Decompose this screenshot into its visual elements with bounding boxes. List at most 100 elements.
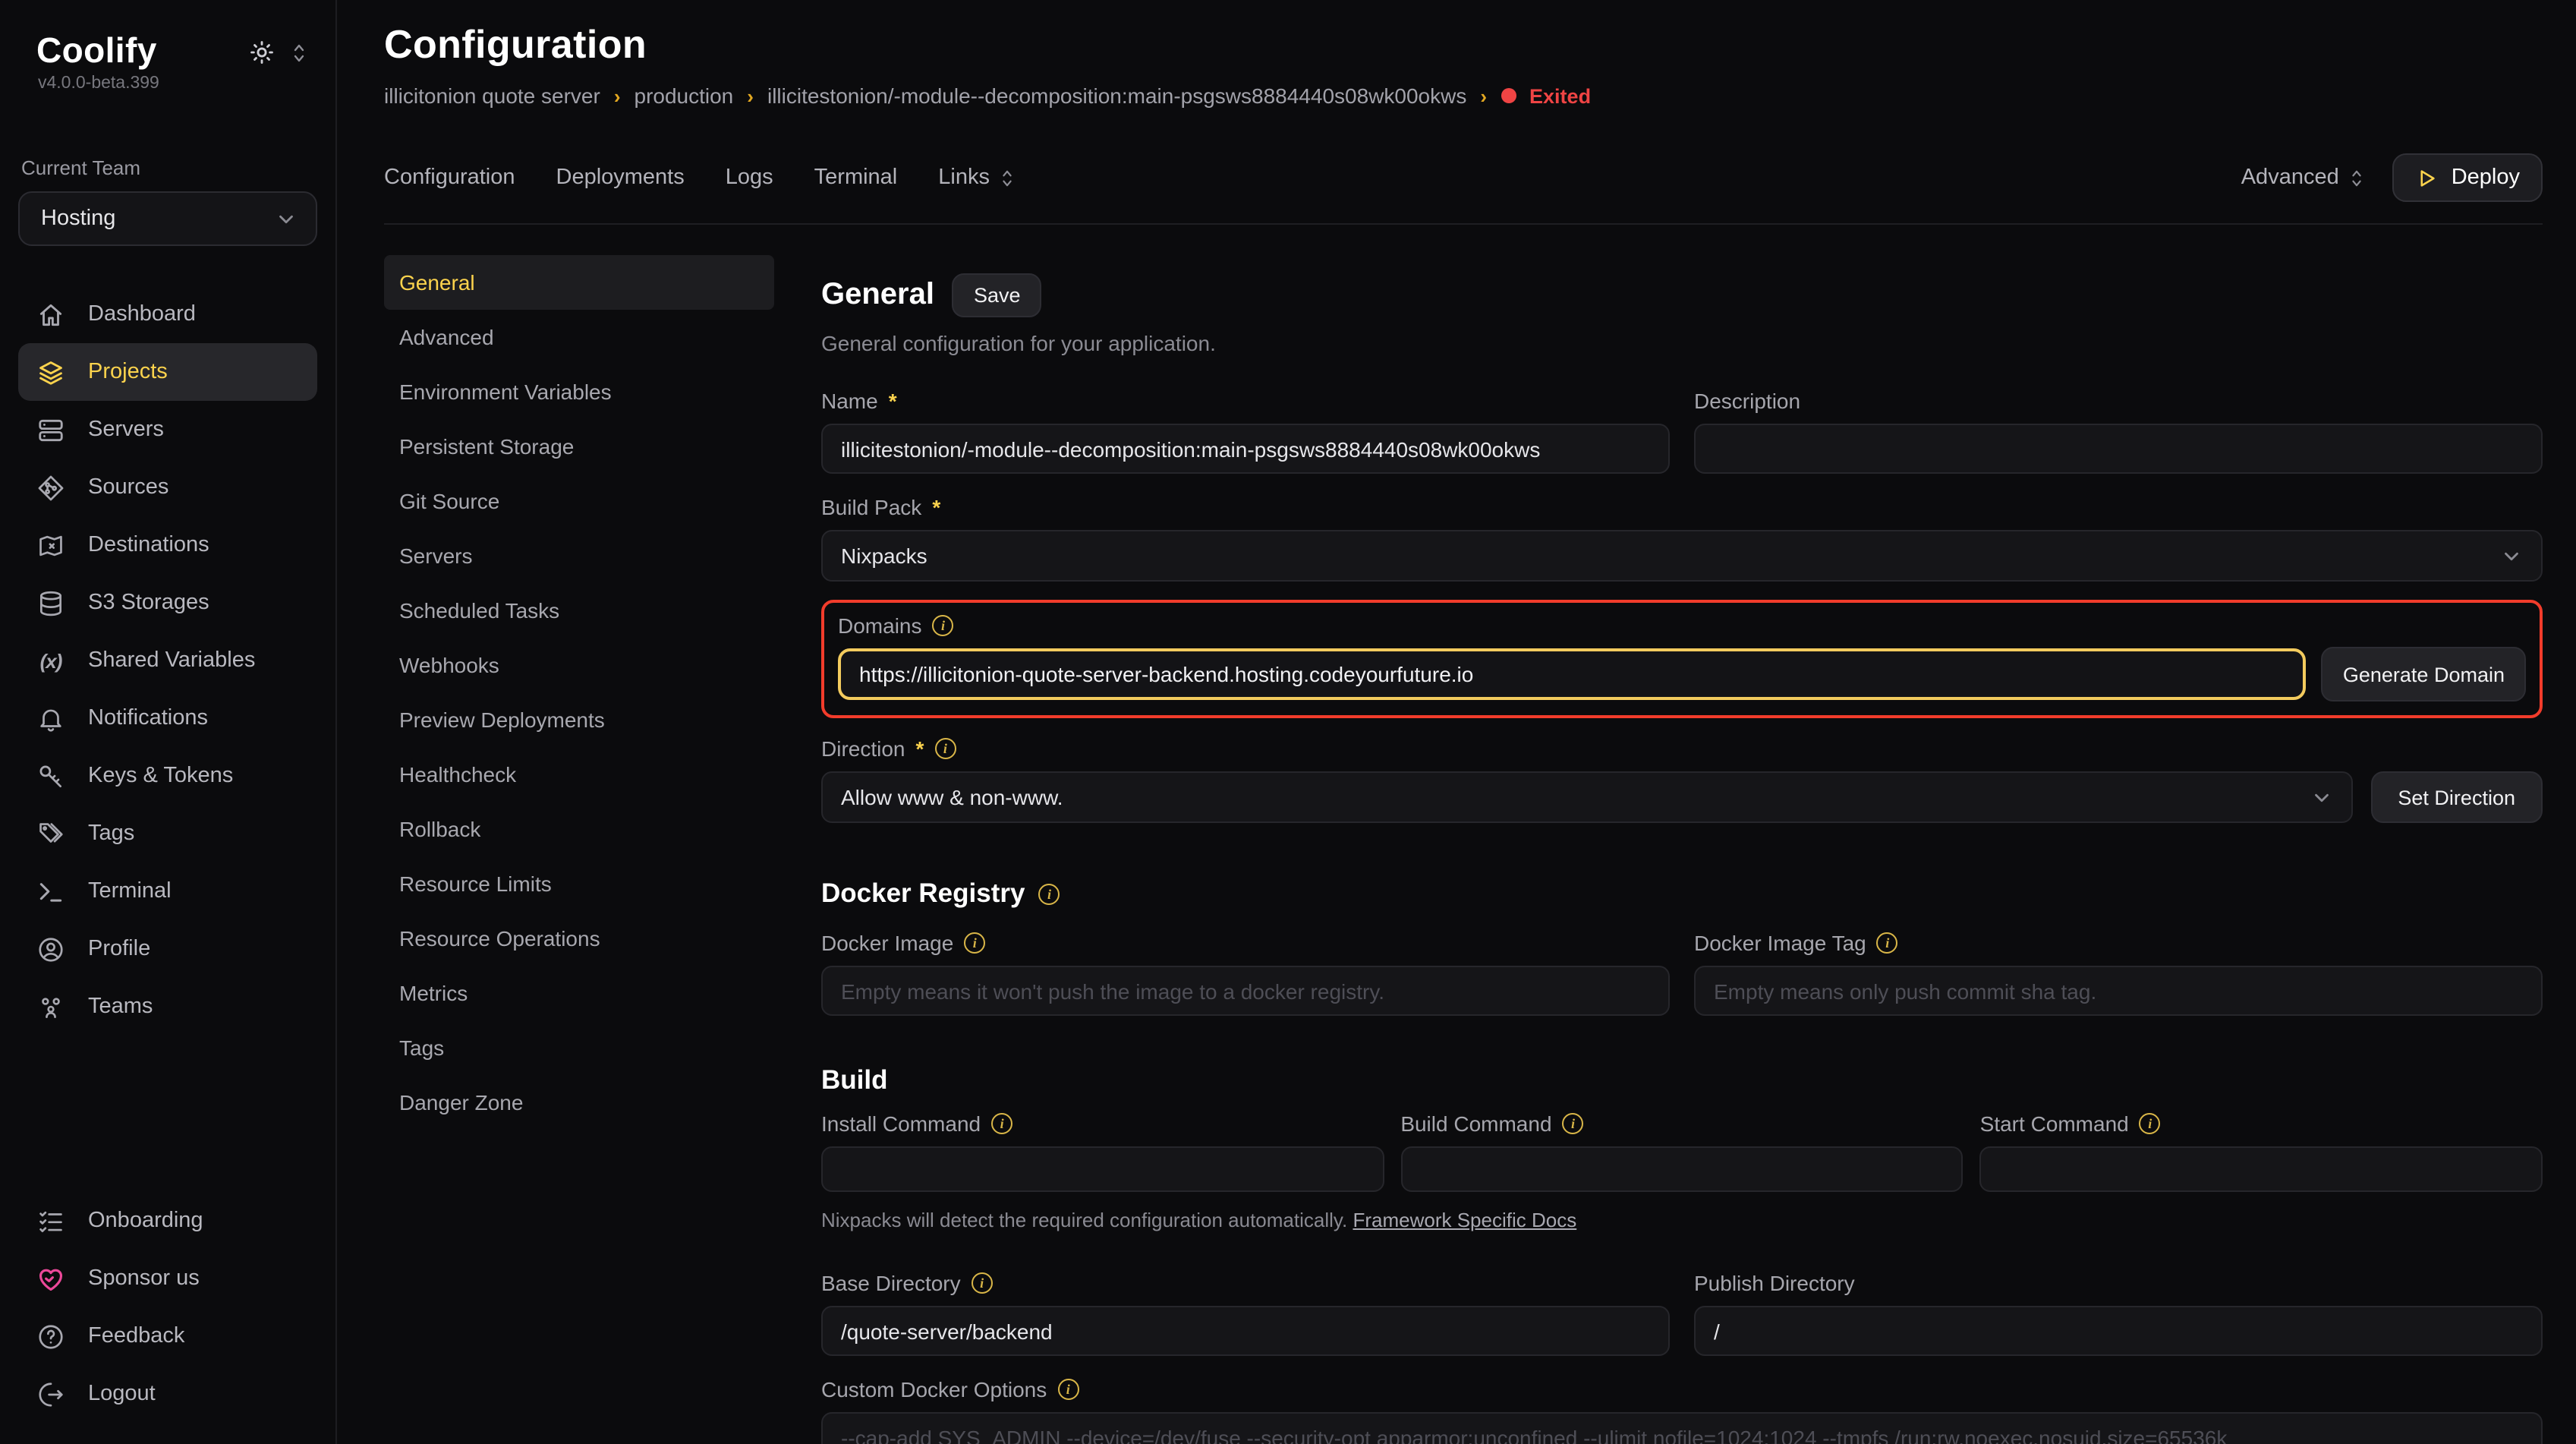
subnav-danger-zone[interactable]: Danger Zone	[384, 1075, 774, 1130]
sidebar-item-label: Logout	[88, 1382, 156, 1406]
subnav-servers[interactable]: Servers	[384, 528, 774, 583]
git-source-icon	[36, 473, 65, 502]
layers-icon	[36, 358, 65, 386]
start-command-input[interactable]	[1980, 1146, 2543, 1192]
subnav-general[interactable]: General	[384, 255, 774, 310]
domains-label: Domainsi	[838, 613, 2526, 638]
name-input[interactable]	[821, 424, 1670, 474]
sidebar-item-sources[interactable]: Sources	[18, 459, 317, 516]
theme-updown-icon[interactable]	[290, 42, 308, 63]
tags-icon	[36, 819, 65, 848]
theme-sun-icon[interactable]	[249, 39, 275, 65]
chevron-down-icon	[2310, 786, 2332, 809]
subnav-resource-limits[interactable]: Resource Limits	[384, 856, 774, 911]
info-icon: i	[1038, 883, 1060, 904]
info-icon: i	[933, 615, 954, 636]
breadcrumb: illicitonion quote server › production ›…	[384, 84, 2543, 108]
tab-configuration[interactable]: Configuration	[384, 166, 515, 190]
sidebar-item-tags[interactable]: Tags	[18, 805, 317, 862]
subnav-tags[interactable]: Tags	[384, 1020, 774, 1075]
build-pack-select[interactable]: Nixpacks	[821, 530, 2543, 582]
direction-select[interactable]: Allow www & non-www.	[821, 771, 2352, 823]
subnav-resource-operations[interactable]: Resource Operations	[384, 911, 774, 966]
sidebar-item-projects[interactable]: Projects	[18, 343, 317, 401]
sidebar-item-label: Tags	[88, 821, 134, 846]
subnav-environment-variables[interactable]: Environment Variables	[384, 364, 774, 419]
tab-terminal[interactable]: Terminal	[814, 166, 898, 190]
build-pack-value: Nixpacks	[841, 544, 927, 568]
terminal-icon	[36, 877, 65, 906]
general-form: General Save General configuration for y…	[774, 255, 2543, 1444]
sidebar-nav: Dashboard Projects Servers Sources Desti…	[18, 285, 317, 1036]
sidebar-item-label: Onboarding	[88, 1209, 203, 1233]
publish-directory-input[interactable]	[1694, 1306, 2543, 1356]
base-directory-label: Base Directoryi	[821, 1271, 1670, 1295]
sidebar-item-keys-tokens[interactable]: Keys & Tokens	[18, 747, 317, 805]
sidebar-item-label: Dashboard	[88, 302, 196, 326]
sidebar-item-destinations[interactable]: Destinations	[18, 516, 317, 574]
users-icon	[36, 992, 65, 1021]
tab-deployments[interactable]: Deployments	[556, 166, 685, 190]
build-command-input[interactable]	[1400, 1146, 1963, 1192]
docker-image-input[interactable]	[821, 966, 1670, 1016]
sidebar-item-logout[interactable]: Logout	[18, 1365, 317, 1423]
team-select-value: Hosting	[41, 207, 115, 231]
subnav-git-source[interactable]: Git Source	[384, 474, 774, 528]
logout-icon	[36, 1379, 65, 1408]
chevron-right-icon: ›	[747, 84, 754, 107]
tab-logs[interactable]: Logs	[726, 166, 773, 190]
docker-image-tag-input[interactable]	[1694, 966, 2543, 1016]
sidebar-item-label: Profile	[88, 937, 150, 961]
save-button[interactable]: Save	[953, 273, 1042, 317]
base-directory-input[interactable]	[821, 1306, 1670, 1356]
generate-domain-button[interactable]: Generate Domain	[2322, 647, 2526, 702]
sidebar-item-label: Servers	[88, 418, 164, 442]
tab-links[interactable]: Links	[938, 166, 1016, 190]
section-title-build: Build	[821, 1064, 888, 1096]
subnav-scheduled-tasks[interactable]: Scheduled Tasks	[384, 583, 774, 638]
subnav-metrics[interactable]: Metrics	[384, 966, 774, 1020]
domains-input[interactable]	[838, 648, 2307, 700]
direction-label: Direction*i	[821, 736, 2543, 761]
description-input[interactable]	[1694, 424, 2543, 474]
install-command-input[interactable]	[821, 1146, 1384, 1192]
sidebar-item-onboarding[interactable]: Onboarding	[18, 1192, 317, 1250]
sidebar-item-servers[interactable]: Servers	[18, 401, 317, 459]
sidebar-footer-nav: Onboarding Sponsor us Feedback Logout	[18, 1192, 317, 1423]
subnav-preview-deployments[interactable]: Preview Deployments	[384, 692, 774, 747]
breadcrumb-application[interactable]: illicitestonion/-module--decomposition:m…	[767, 84, 1466, 108]
team-select[interactable]: Hosting	[18, 191, 317, 246]
help-circle-icon	[36, 1322, 65, 1351]
deploy-button[interactable]: Deploy	[2392, 153, 2543, 202]
sidebar-item-terminal[interactable]: Terminal	[18, 862, 317, 920]
subnav-persistent-storage[interactable]: Persistent Storage	[384, 419, 774, 474]
custom-docker-options-input[interactable]	[821, 1412, 2543, 1444]
chevron-right-icon: ›	[614, 84, 621, 107]
subnav-advanced[interactable]: Advanced	[384, 310, 774, 364]
set-direction-button[interactable]: Set Direction	[2370, 771, 2543, 823]
sidebar-item-profile[interactable]: Profile	[18, 920, 317, 978]
deploy-button-label: Deploy	[2452, 166, 2520, 190]
page-title: Configuration	[384, 21, 2543, 68]
sidebar-item-s3-storages[interactable]: S3 Storages	[18, 574, 317, 632]
subnav-healthcheck[interactable]: Healthcheck	[384, 747, 774, 802]
info-icon: i	[1057, 1379, 1079, 1400]
sidebar-item-teams[interactable]: Teams	[18, 978, 317, 1036]
advanced-menu[interactable]: Advanced	[2241, 166, 2365, 190]
start-command-label: Start Commandi	[1980, 1111, 2543, 1136]
sidebar-item-shared-variables[interactable]: (x) Shared Variables	[18, 632, 317, 689]
app-window: Coolify v4.0.0-beta.399 Current Team Hos…	[0, 0, 2576, 1444]
framework-docs-link[interactable]: Framework Specific Docs	[1353, 1209, 1576, 1231]
info-icon: i	[1563, 1113, 1584, 1134]
subnav-rollback[interactable]: Rollback	[384, 802, 774, 856]
sidebar-item-sponsor-us[interactable]: Sponsor us	[18, 1250, 317, 1307]
app-logo: Coolify	[36, 30, 157, 71]
sidebar-item-feedback[interactable]: Feedback	[18, 1307, 317, 1365]
sidebar-item-dashboard[interactable]: Dashboard	[18, 285, 317, 343]
publish-directory-label: Publish Directory	[1694, 1271, 2543, 1295]
subnav-webhooks[interactable]: Webhooks	[384, 638, 774, 692]
breadcrumb-environment[interactable]: production	[635, 84, 734, 108]
sidebar-item-notifications[interactable]: Notifications	[18, 689, 317, 747]
breadcrumb-project[interactable]: illicitonion quote server	[384, 84, 600, 108]
build-note: Nixpacks will detect the required config…	[821, 1209, 2543, 1231]
